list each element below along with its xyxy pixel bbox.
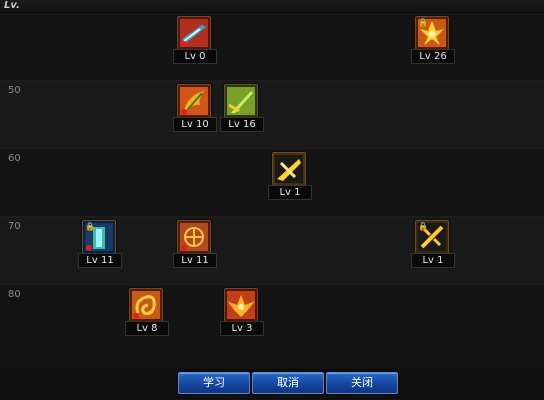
skill-level-label: Lv 1 [268, 185, 312, 200]
sword-slash-icon[interactable] [177, 16, 211, 50]
skill-level-label: Lv 11 [78, 253, 122, 268]
cross-blade-icon[interactable]: 🔒 [415, 220, 449, 254]
learn-button[interactable]: 学习 [178, 372, 250, 394]
skill-level-label: Lv 0 [173, 49, 217, 64]
level-column-header: Lv. [0, 0, 544, 15]
row-level-label: 60 [8, 153, 21, 164]
skill-tree-panel: Lv. 50 60 70 80 Lv 0 🔒 Lv 26 Lv 10 Lv 16… [0, 0, 544, 400]
lock-icon: 🔒 [418, 222, 428, 231]
level-row-base [0, 14, 544, 81]
level-row-50: 50 [0, 80, 544, 149]
cancel-button[interactable]: 取消 [252, 372, 324, 394]
lock-icon: 🔒 [418, 18, 428, 27]
blue-aura-icon[interactable]: 🔒 [82, 220, 116, 254]
skill-level-label: Lv 11 [173, 253, 217, 268]
skill-level-label: Lv 3 [220, 321, 264, 336]
row-level-label: 50 [8, 85, 21, 96]
skill-level-label: Lv 16 [220, 117, 264, 132]
green-blade-icon[interactable] [224, 84, 258, 118]
skill-level-label: Lv 10 [173, 117, 217, 132]
golden-slash-icon[interactable] [272, 152, 306, 186]
level-row-80: 80 [0, 284, 544, 369]
skill-level-label: Lv 1 [411, 253, 455, 268]
row-level-label: 80 [8, 289, 21, 300]
flame-whirl-icon[interactable] [129, 288, 163, 322]
fire-strike-icon[interactable] [177, 84, 211, 118]
skill-level-label: Lv 26 [411, 49, 455, 64]
winged-flame-icon[interactable] [224, 288, 258, 322]
flame-burst-icon[interactable]: 🔒 [415, 16, 449, 50]
skill-level-label: Lv 8 [125, 321, 169, 336]
row-level-label: 70 [8, 221, 21, 232]
rune-circle-icon[interactable] [177, 220, 211, 254]
level-header-label: Lv. [4, 0, 20, 11]
lock-icon: 🔒 [85, 222, 95, 231]
close-button[interactable]: 关闭 [326, 372, 398, 394]
